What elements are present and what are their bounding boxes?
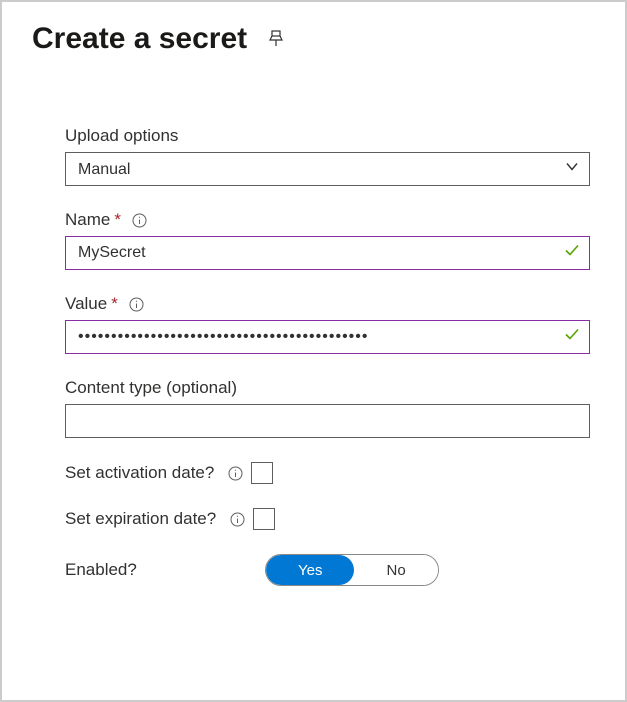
expiration-date-label: Set expiration date? <box>65 509 216 529</box>
name-input[interactable] <box>65 236 590 270</box>
pin-icon[interactable] <box>267 30 285 48</box>
upload-options-label: Upload options <box>65 126 590 146</box>
check-icon <box>564 327 580 348</box>
page-title: Create a secret <box>32 22 247 56</box>
upload-options-select[interactable]: Manual <box>65 152 590 186</box>
expiration-date-checkbox[interactable] <box>253 508 275 530</box>
info-icon[interactable] <box>132 213 147 228</box>
info-icon[interactable] <box>228 466 243 481</box>
enabled-label: Enabled? <box>65 560 265 580</box>
enabled-yes-button[interactable]: Yes <box>266 555 354 585</box>
check-icon <box>564 243 580 264</box>
content-type-input[interactable] <box>65 404 590 438</box>
info-icon[interactable] <box>230 512 245 527</box>
value-input[interactable] <box>65 320 590 354</box>
value-label: Value* <box>65 294 590 314</box>
content-type-label: Content type (optional) <box>65 378 590 398</box>
activation-date-checkbox[interactable] <box>251 462 273 484</box>
info-icon[interactable] <box>129 297 144 312</box>
enabled-toggle[interactable]: Yes No <box>265 554 439 586</box>
name-label: Name* <box>65 210 590 230</box>
activation-date-label: Set activation date? <box>65 463 214 483</box>
enabled-no-button[interactable]: No <box>354 555 437 585</box>
